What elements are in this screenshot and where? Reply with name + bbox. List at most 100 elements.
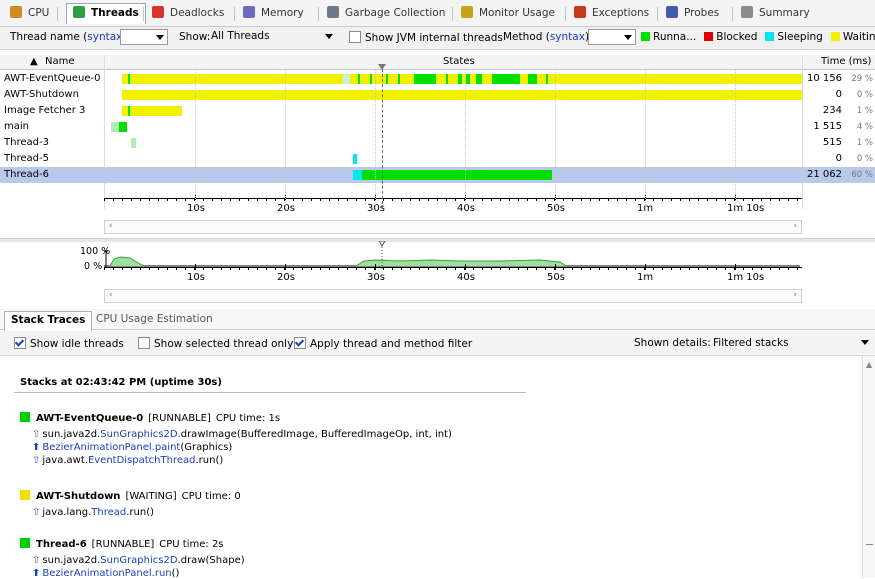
chevron-down-icon	[156, 35, 164, 40]
axis-tick	[185, 267, 186, 270]
state-segment	[492, 74, 520, 84]
frame-method: .run	[151, 568, 172, 579]
axis-tick	[779, 198, 780, 201]
stack-frame[interactable]: ⬆ BezierAnimationPanel.paint(Graphics)	[32, 442, 232, 453]
shown-details-select[interactable]: Filtered stacks	[709, 334, 872, 352]
scroll-up-icon[interactable]: ▲	[866, 360, 872, 369]
axis-tick	[770, 267, 771, 270]
table-row[interactable]: Thread-5 0 0 %	[0, 151, 875, 167]
table-row[interactable]: Thread-3 515 1 %	[0, 135, 875, 151]
stack-thread-header[interactable]: AWT-EventQueue-0 [RUNNABLE] CPU time: 1s	[20, 412, 280, 424]
tab-exceptions[interactable]: Exceptions	[574, 4, 649, 22]
monitor-icon	[461, 6, 473, 18]
axis-tick	[131, 267, 132, 270]
scroll-left-icon[interactable]: ‹	[109, 221, 113, 231]
tab-garbage-collection[interactable]: Garbage Collection	[327, 4, 445, 22]
tab-separator	[452, 7, 453, 21]
scroll-right-icon[interactable]: ›	[793, 290, 797, 300]
axis-tick	[671, 198, 672, 201]
stack-frame[interactable]: ⇧ sun.java2d.SunGraphics2D.draw(Shape)	[32, 555, 245, 566]
tab-cpu[interactable]: CPU	[10, 4, 49, 22]
frame-class[interactable]: BezierAnimationPanel	[42, 442, 151, 453]
axis-tick	[275, 267, 276, 270]
col-name-header[interactable]: Name	[45, 56, 75, 67]
tab-label: Summary	[759, 7, 810, 19]
axis-tick	[662, 267, 663, 270]
stack-thread-header[interactable]: AWT-Shutdown [WAITING] CPU time: 0	[20, 490, 241, 502]
sort-asc-icon[interactable]: ▲	[30, 56, 38, 67]
tab-summary[interactable]: Summary	[741, 4, 810, 22]
scroll-thumb[interactable]	[866, 544, 873, 545]
checkbox-checked-icon	[14, 337, 26, 349]
frame-class[interactable]: EventDispatchThread	[88, 455, 196, 466]
tab-threads[interactable]: Threads	[66, 3, 146, 24]
stack-vscrollbar[interactable]: ▲	[862, 356, 875, 578]
axis-tick	[203, 267, 204, 270]
state-segment	[358, 74, 360, 84]
table-row[interactable]: AWT-Shutdown 0 0 %	[0, 87, 875, 103]
stack-frame[interactable]: ⇧ sun.java2d.SunGraphics2D.drawImage(Buff…	[32, 429, 452, 440]
thread-percent: 1 %	[856, 138, 873, 148]
show-idle-checkbox[interactable]: Show idle threads	[14, 337, 124, 350]
states-hscrollbar[interactable]: ‹ ›	[104, 220, 802, 234]
stack-thread-header[interactable]: Thread-6 [RUNNABLE] CPU time: 2s	[20, 538, 224, 550]
table-row[interactable]: Image Fetcher 3 234 1 %	[0, 103, 875, 119]
tab-stack-traces[interactable]: Stack Traces	[4, 311, 93, 331]
time-cursor-line[interactable]	[382, 69, 383, 209]
state-segment	[343, 74, 350, 84]
col-states-header[interactable]: States	[443, 56, 475, 67]
thread-state-icon	[20, 412, 30, 422]
show-selected-only-checkbox[interactable]: Show selected thread only	[138, 337, 293, 350]
method-syntax-link[interactable]: syntax	[550, 31, 585, 43]
thread-syntax-link[interactable]: syntax	[87, 31, 122, 43]
tab-probes[interactable]: Probes	[666, 4, 719, 22]
axis-tick	[257, 198, 258, 201]
table-row[interactable]: Thread-6 21 062 60 %	[0, 167, 875, 183]
table-row[interactable]: main 1 515 4 %	[0, 119, 875, 135]
tab-deadlocks[interactable]: Deadlocks	[152, 4, 224, 22]
grid-line	[465, 69, 466, 209]
stack-thread-name: AWT-Shutdown	[36, 491, 121, 502]
axis-label: 40s	[457, 272, 475, 283]
thread-name-combo[interactable]	[120, 29, 168, 45]
axis-tick	[617, 198, 618, 201]
axis-tick	[185, 198, 186, 201]
stack-frame[interactable]: ⇧ java.awt.EventDispatchThread.run()	[32, 455, 223, 466]
axis-tick	[698, 198, 699, 201]
frame-class[interactable]: SunGraphics2D	[100, 429, 177, 440]
stack-frame[interactable]: ⇧ java.lang.Thread.run()	[32, 507, 154, 518]
filter-bar: Thread name (syntax): Show: All Threads …	[0, 27, 875, 50]
frame-class[interactable]: SunGraphics2D	[100, 555, 177, 566]
checkbox-checked-icon	[294, 337, 306, 349]
jvm-internal-checkbox[interactable]: Show JVM internal threads	[349, 31, 503, 44]
state-segment	[122, 90, 802, 100]
legend-label: Sleeping	[777, 31, 823, 43]
cpu-hscrollbar[interactable]: ‹ ›	[104, 289, 802, 303]
bottom-tab-bar: Stack Traces CPU Usage Estimation	[0, 309, 875, 331]
state-segment	[546, 74, 548, 84]
scroll-right-icon[interactable]: ›	[793, 221, 797, 231]
method-combo[interactable]	[588, 29, 636, 45]
stack-frame[interactable]: ⬆ BezierAnimationPanel.run()	[32, 568, 179, 579]
col-time-header[interactable]: Time (ms)	[821, 56, 871, 67]
legend-swatch	[830, 32, 840, 41]
grid-line	[375, 69, 376, 209]
axis-tick	[293, 267, 294, 270]
axis-tick	[383, 198, 384, 201]
thread-name: AWT-Shutdown	[4, 89, 79, 100]
tab-memory[interactable]: Memory	[243, 4, 304, 22]
time-cursor-marker[interactable]	[378, 64, 386, 70]
frame-class[interactable]: Thread	[91, 507, 126, 518]
tab-cpu-usage-estimation[interactable]: CPU Usage Estimation	[90, 311, 219, 329]
axis-tick	[455, 267, 456, 270]
apply-filter-checkbox[interactable]: Apply thread and method filter	[294, 337, 472, 350]
header-divider	[14, 392, 526, 393]
axis-tick	[428, 267, 429, 270]
show-threads-select[interactable]: All Threads	[208, 29, 336, 45]
frame-class[interactable]: BezierAnimationPanel	[42, 568, 151, 579]
table-row[interactable]: AWT-EventQueue-0 10 156 29 %	[0, 71, 875, 87]
tab-monitor-usage[interactable]: Monitor Usage	[461, 4, 555, 22]
scroll-left-icon[interactable]: ‹	[109, 290, 113, 300]
axis-major-tick	[195, 264, 196, 270]
legend-label: Blocked	[716, 31, 758, 43]
